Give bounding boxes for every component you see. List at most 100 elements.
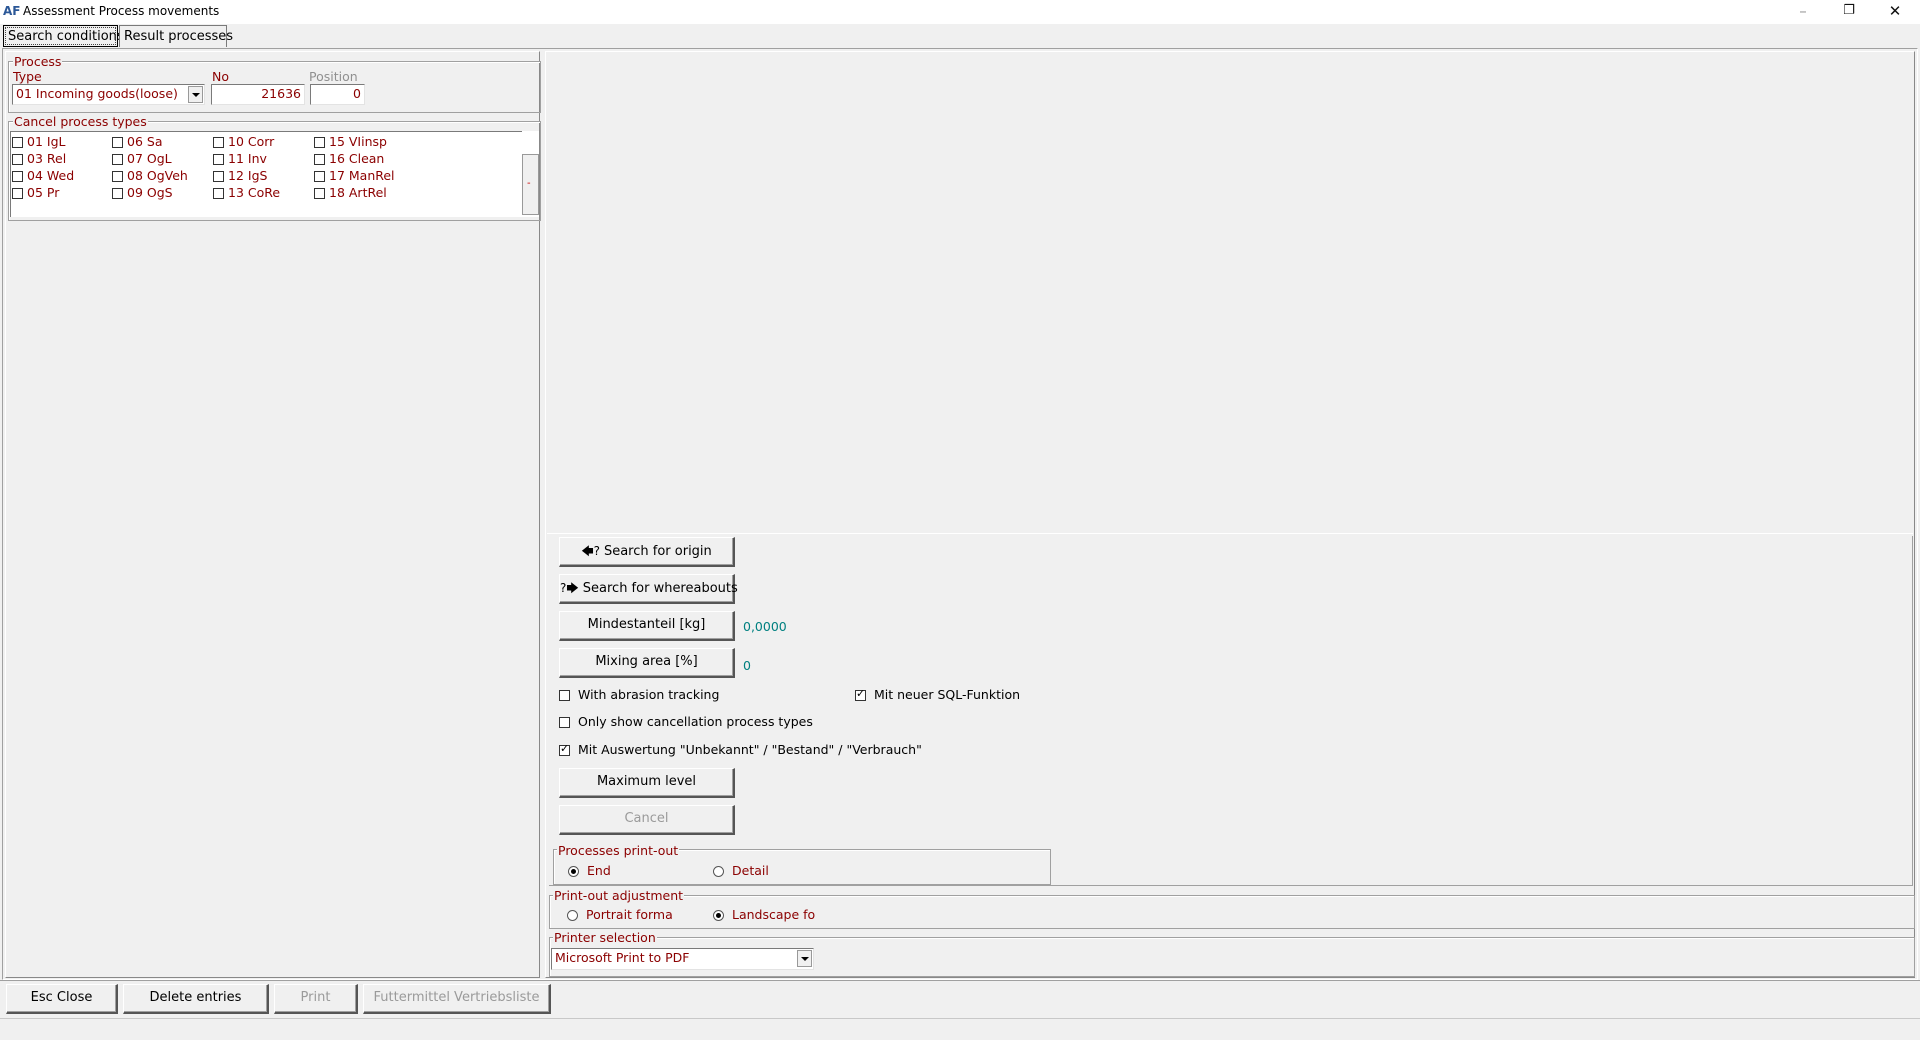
- landscape-radio[interactable]: Landscape fo: [713, 908, 815, 922]
- sql-label: Mit neuer SQL-Funktion: [874, 687, 1021, 702]
- cancel-type-label: 08 OgVeh: [127, 168, 188, 183]
- cancel-type-checkbox[interactable]: 10 Corr: [213, 135, 274, 149]
- cancel-button[interactable]: Cancel: [559, 805, 735, 835]
- portrait-label: Portrait forma: [586, 907, 673, 922]
- cancel-type-label: 12 IgS: [228, 168, 268, 183]
- position-label: Position: [309, 69, 358, 84]
- detail-radio-button[interactable]: [713, 865, 724, 877]
- minimize-icon[interactable]: –: [1780, 0, 1826, 24]
- checkbox-box[interactable]: [12, 187, 23, 199]
- cancel-type-checkbox[interactable]: 08 OgVeh: [112, 169, 188, 183]
- restore-icon[interactable]: ❐: [1826, 0, 1872, 24]
- only-cancellation-checkbox-box[interactable]: [559, 716, 570, 728]
- arrow-left-question-icon: 🡄?: [581, 544, 600, 558]
- scroll-marker: -: [527, 178, 531, 189]
- cancel-type-label: 09 OgS: [127, 185, 173, 200]
- end-radio-button[interactable]: [568, 865, 579, 877]
- cancel-type-checkbox[interactable]: 11 Inv: [213, 152, 267, 166]
- portrait-radio-button[interactable]: [567, 909, 578, 921]
- checkbox-box[interactable]: [12, 153, 23, 165]
- checkbox-box[interactable]: [213, 170, 224, 182]
- only-cancellation-checkbox[interactable]: Only show cancellation process types: [559, 715, 813, 729]
- checkbox-box[interactable]: [112, 153, 123, 165]
- checkbox-box[interactable]: [12, 170, 23, 182]
- cancel-type-label: 11 Inv: [228, 151, 267, 166]
- checkbox-box[interactable]: [112, 136, 123, 148]
- checkbox-box[interactable]: [213, 136, 224, 148]
- type-value: 01 Incoming goods(loose): [16, 86, 178, 101]
- mixing-area-button[interactable]: Mixing area [%]: [559, 648, 735, 678]
- title-bar: AF Assessment Process movements – ❐ ✕: [0, 0, 1920, 24]
- cancel-type-checkbox[interactable]: 13 CoRe: [213, 186, 280, 200]
- search-whereabouts-button[interactable]: ?🡆 Search for whereabouts: [559, 574, 738, 604]
- only-cancellation-label: Only show cancellation process types: [578, 714, 813, 729]
- app-icon: AF: [3, 4, 21, 18]
- close-icon[interactable]: ✕: [1872, 0, 1918, 24]
- auswertung-checkbox[interactable]: Mit Auswertung "Unbekannt" / "Bestand" /…: [559, 742, 922, 757]
- maximum-level-button[interactable]: Maximum level: [559, 768, 735, 798]
- process-number-input[interactable]: 21636: [211, 84, 305, 105]
- portrait-radio[interactable]: Portrait forma: [567, 908, 673, 922]
- cancel-type-label: 17 ManRel: [329, 168, 395, 183]
- chevron-down-icon[interactable]: [797, 950, 812, 967]
- printer-dropdown[interactable]: Microsoft Print to PDF: [551, 948, 814, 970]
- tab-result-processes[interactable]: Result processes: [119, 25, 233, 47]
- abrasion-checkbox-box[interactable]: [559, 689, 570, 701]
- delete-entries-button[interactable]: Delete entries: [123, 984, 269, 1014]
- window-title: Assessment Process movements: [23, 4, 220, 18]
- sql-function-checkbox[interactable]: Mit neuer SQL-Funktion: [855, 687, 1021, 702]
- checkbox-box[interactable]: [112, 170, 123, 182]
- position-input[interactable]: 0: [310, 84, 365, 105]
- cancel-type-checkbox[interactable]: 04 Wed: [12, 169, 74, 183]
- checkbox-box[interactable]: [112, 187, 123, 199]
- detail-label: Detail: [732, 863, 769, 878]
- cancel-type-checkbox[interactable]: 17 ManRel: [314, 169, 395, 183]
- cancel-type-label: 15 VIinsp: [329, 134, 387, 149]
- type-dropdown[interactable]: 01 Incoming goods(loose): [12, 84, 205, 105]
- checkbox-box[interactable]: [314, 153, 325, 165]
- auswertung-checkbox-box[interactable]: [559, 742, 570, 756]
- cancel-type-checkbox[interactable]: 03 Rel: [12, 152, 66, 166]
- tab-search-conditions[interactable]: Search conditions: [3, 25, 124, 47]
- checkbox-box[interactable]: [314, 136, 325, 148]
- printout-detail-radio[interactable]: Detail: [713, 864, 769, 878]
- mindestanteil-button[interactable]: Mindestanteil [kg]: [559, 611, 735, 641]
- cancel-type-label: 13 CoRe: [228, 185, 281, 200]
- cancel-type-checkbox[interactable]: 15 VIinsp: [314, 135, 387, 149]
- checkbox-box[interactable]: [213, 153, 224, 165]
- cancel-type-checkbox[interactable]: 07 OgL: [112, 152, 172, 166]
- cancel-type-label: 03 Rel: [27, 151, 67, 166]
- cancel-types-scrollbar[interactable]: -: [522, 131, 539, 217]
- cancel-type-label: 10 Corr: [228, 134, 275, 149]
- abrasion-tracking-checkbox[interactable]: With abrasion tracking: [559, 688, 719, 702]
- cancel-type-checkbox[interactable]: 01 IgL: [12, 135, 65, 149]
- print-button[interactable]: Print: [274, 984, 358, 1014]
- cancel-type-checkbox[interactable]: 09 OgS: [112, 186, 173, 200]
- cancel-type-label: 07 OgL: [127, 151, 172, 166]
- futtermittel-button[interactable]: Futtermittel Vertriebsliste: [363, 984, 551, 1014]
- chevron-down-icon[interactable]: [188, 86, 203, 103]
- search-origin-button[interactable]: 🡄? Search for origin: [559, 537, 735, 567]
- printout-end-radio[interactable]: End: [568, 864, 611, 878]
- cancel-type-checkbox[interactable]: 12 IgS: [213, 169, 267, 183]
- mixing-area-value: 0: [743, 658, 751, 673]
- sql-checkbox-box[interactable]: [855, 687, 866, 701]
- cancel-type-label: 05 Pr: [27, 185, 60, 200]
- checkbox-box[interactable]: [12, 136, 23, 148]
- divider: [547, 533, 1913, 534]
- cancel-type-label: 04 Wed: [27, 168, 75, 183]
- cancel-type-label: 18 ArtRel: [329, 185, 387, 200]
- cancel-type-checkbox[interactable]: 05 Pr: [12, 186, 59, 200]
- auswertung-label: Mit Auswertung "Unbekannt" / "Bestand" /…: [578, 742, 922, 757]
- status-bar: [0, 1018, 1920, 1040]
- search-whereabouts-label: Search for whereabouts: [582, 581, 738, 596]
- cancel-type-checkbox[interactable]: 16 Clean: [314, 152, 384, 166]
- checkbox-box[interactable]: [213, 187, 224, 199]
- process-group-title: Process: [13, 54, 63, 69]
- cancel-type-checkbox[interactable]: 18 ArtRel: [314, 186, 387, 200]
- checkbox-box[interactable]: [314, 170, 325, 182]
- checkbox-box[interactable]: [314, 187, 325, 199]
- cancel-type-checkbox[interactable]: 06 Sa: [112, 135, 162, 149]
- landscape-radio-button[interactable]: [713, 909, 724, 921]
- close-button[interactable]: Esc Close: [6, 984, 118, 1014]
